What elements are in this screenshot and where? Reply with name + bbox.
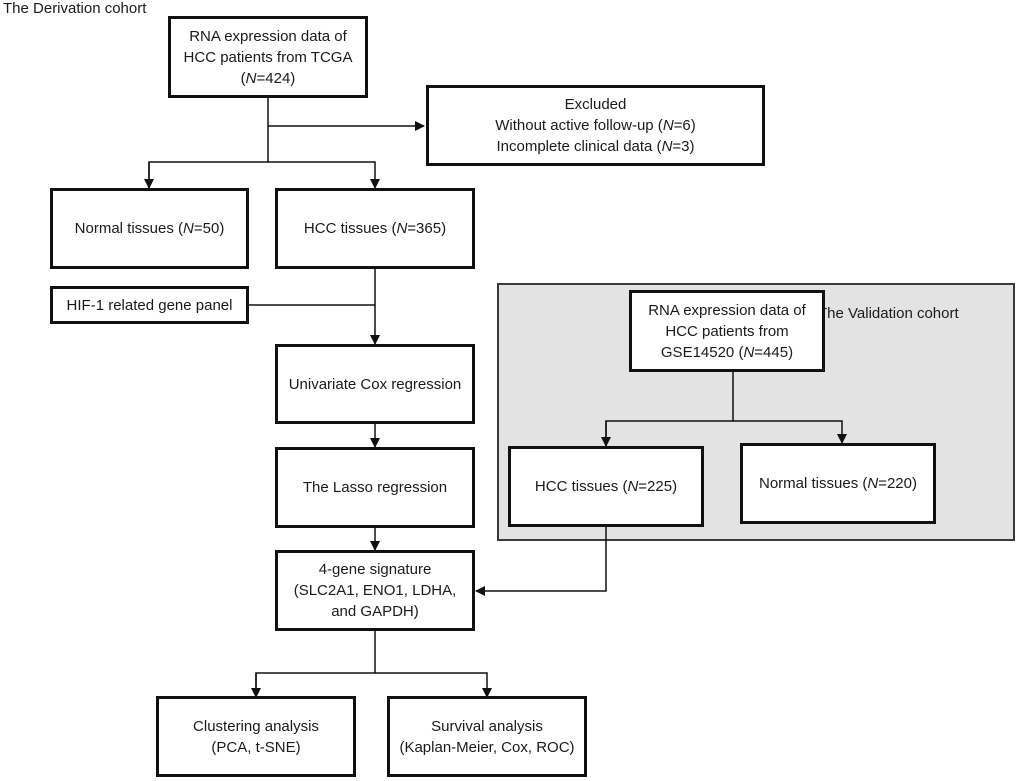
connector-tcga-to-excluded [267,98,425,131]
connector-signature-split [255,630,376,697]
hcc-tissues-gse-box: HCC tissues (N=225) [508,446,704,527]
box-line: and GAPDH) [331,603,419,620]
box-line: (SLC2A1, ENO1, LDHA, [293,582,457,599]
box-line: 4-gene signature [318,561,432,578]
lasso-regression-box: The Lasso regression [275,447,475,528]
box-line: The Lasso regression [302,479,448,496]
box-line: Normal tissues (N=50) [74,220,225,237]
box-line: GSE14520 (N=445) [660,343,794,361]
connector-gse-split [605,372,734,446]
box-line: RNA expression data of [189,27,347,45]
hcc-tissues-tcga-box: HCC tissues (N=365) [275,188,475,269]
box-line: Incomplete clinical data (N=3) [496,138,695,155]
hif-gene-panel-box: HIF-1 related gene panel [50,286,249,324]
box-line: RNA expression data of [648,301,806,319]
connector-tcga-to-split [148,126,269,188]
normal-tissues-tcga-box: Normal tissues (N=50) [50,188,249,269]
clustering-analysis-box: Clustering analysis (PCA, t-SNE) [156,696,356,777]
box-line: Survival analysis [431,717,543,735]
univariate-cox-box: Univariate Cox regression [275,344,475,424]
box-line: HCC patients from TCGA [183,48,353,66]
box-line: Clustering analysis [193,717,319,735]
box-line: (Kaplan-Meier, Cox, ROC) [399,738,575,756]
connector-to-normal-gse [733,420,847,444]
box-line: Normal tissues (N=220) [759,475,917,492]
box-line: HIF-1 related gene panel [66,296,233,314]
box-line: (N=424) [240,69,296,87]
box-line: Excluded [564,96,627,113]
connector-to-survival [375,672,492,698]
gene-signature-box: 4-gene signature (SLC2A1, ENO1, LDHA, and … [275,550,475,631]
gse-data-box: RNA expression data of HCC patients from G… [629,290,825,372]
normal-tissues-gse-box: Normal tissues (N=220) [740,443,936,524]
box-line: Univariate Cox regression [288,375,462,393]
survival-analysis-box: Survival analysis (Kaplan-Meier, Cox, ROC… [387,696,587,777]
box-line: Without active follow-up (N=6) [495,117,696,134]
connector-hcc-gse-to-signature [475,527,607,596]
excluded-box: Excluded Without active follow-up (N=6) In… [426,85,765,166]
box-line: HCC tissues (N=365) [303,220,447,237]
tcga-data-box: RNA expression data of HCC patients from … [168,16,368,98]
box-line: HCC patients from [665,322,789,340]
box-line: HCC tissues (N=225) [534,478,678,495]
box-line: (PCA, t-SNE) [211,738,301,756]
connector-to-hcc-tcga [268,161,380,189]
